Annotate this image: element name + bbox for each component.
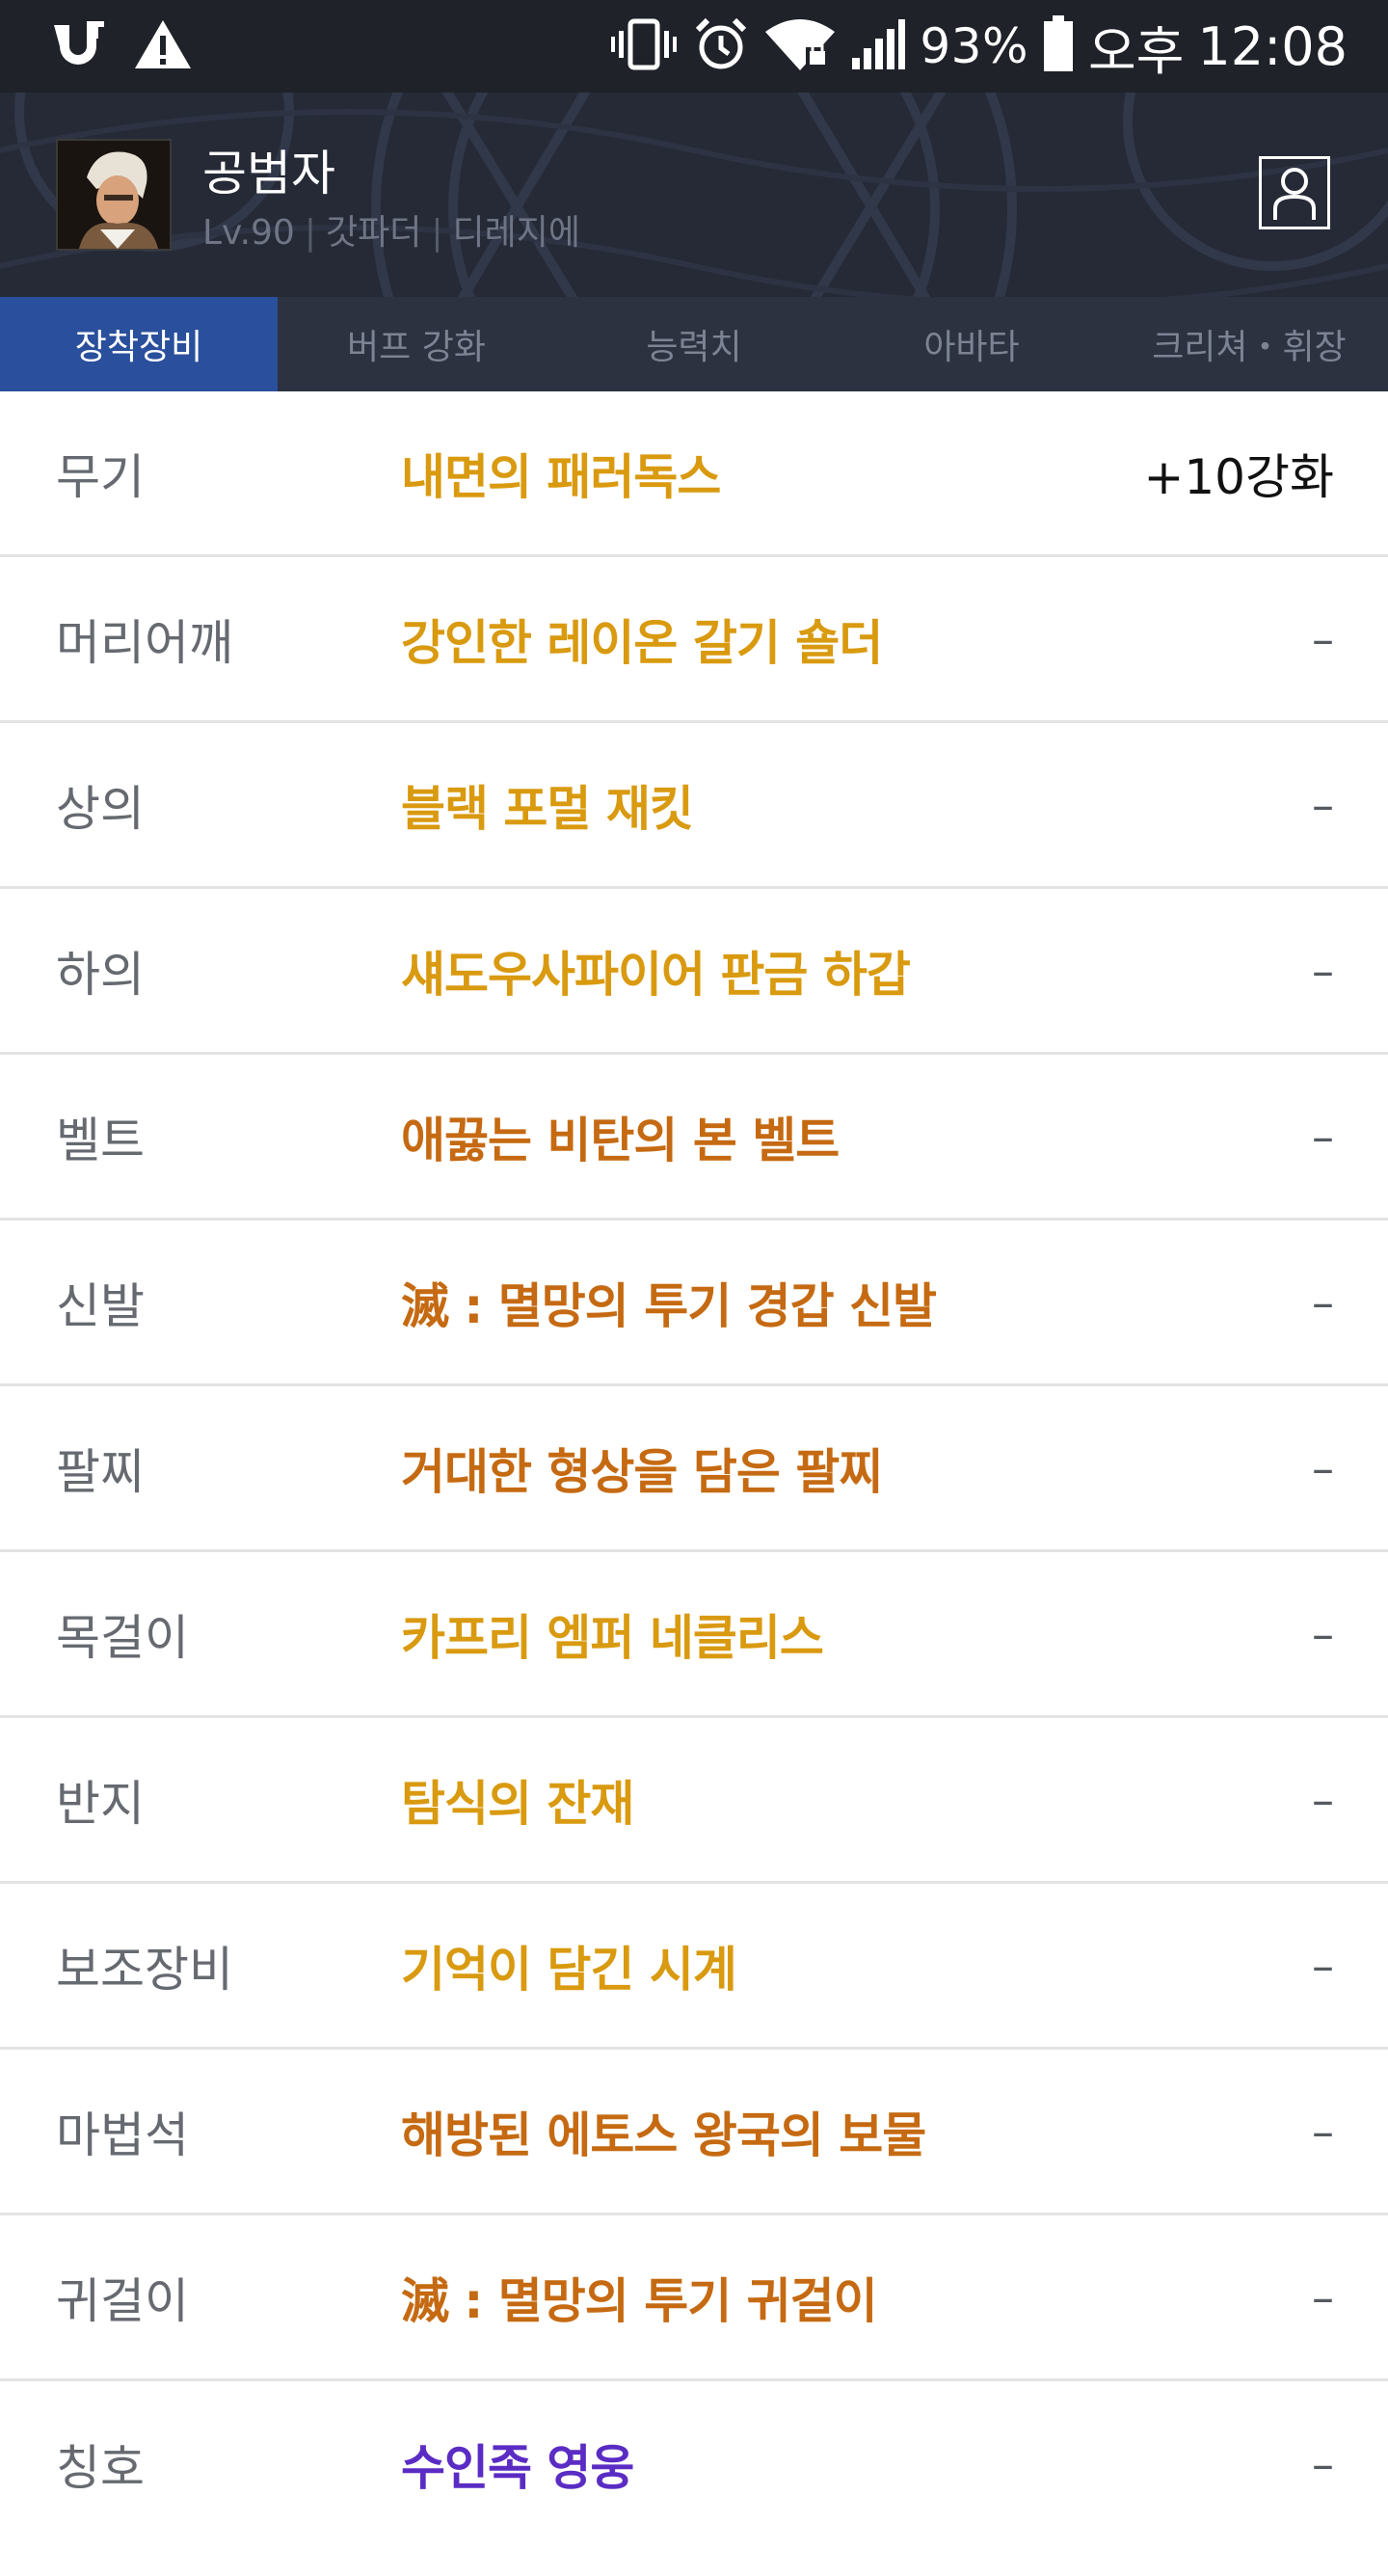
enhance-value: – (1312, 1773, 1334, 1826)
warning-icon (133, 18, 193, 74)
tab-bar: 장착장비 버프 강화 능력치 아바타 크리쳐・휘장 (0, 297, 1388, 391)
vibrate-icon (609, 17, 679, 75)
item-name: 탐식의 잔재 (401, 1775, 634, 1832)
equipment-row-bottom[interactable]: 하의 섀도우사파이어 판금 하갑 – (0, 889, 1388, 1055)
equipment-row-title[interactable]: 칭호 수인족 영웅 – (0, 2381, 1388, 2547)
status-bar: 93% 오후 12:08 (0, 0, 1388, 93)
profile-button[interactable] (1259, 156, 1330, 229)
equipment-row-necklace[interactable]: 목걸이 카프리 엠퍼 네클리스 – (0, 1552, 1388, 1718)
enhance-value: – (1312, 2270, 1334, 2323)
tab-equipment[interactable]: 장착장비 (0, 297, 278, 391)
slot-label: 벨트 (56, 1112, 145, 1168)
item-name: 수인족 영웅 (401, 2440, 634, 2496)
item-name: 거대한 형상을 담은 팔찌 (401, 1443, 883, 1500)
equipment-row-magic-stone[interactable]: 마법석 해방된 에토스 왕국의 보물 – (0, 2050, 1388, 2215)
enhance-value: – (1312, 1939, 1334, 1992)
enhance-value: – (1312, 1441, 1334, 1494)
equipment-row-head-shoulder[interactable]: 머리어깨 강인한 레이온 갈기 숄더 – (0, 557, 1388, 723)
slot-label: 하의 (56, 946, 145, 1003)
item-name: 애끓는 비탄의 본 벨트 (401, 1112, 840, 1168)
equipment-row-earring[interactable]: 귀걸이 滅 : 멸망의 투기 귀걸이 – (0, 2215, 1388, 2381)
character-level: Lv.90 (202, 213, 295, 253)
equipment-row-belt[interactable]: 벨트 애끓는 비탄의 본 벨트 – (0, 1055, 1388, 1221)
character-server: 디레지에 (452, 213, 580, 253)
slot-label: 칭호 (56, 2440, 145, 2496)
meta-divider: | (304, 213, 316, 253)
item-name: 내면의 패러독스 (401, 448, 721, 505)
tab-creature-emblem[interactable]: 크리쳐・휘장 (1110, 297, 1388, 391)
slot-label: 마법석 (56, 2106, 189, 2163)
character-meta: Lv.90 | 갓파더 | 디레지에 (202, 204, 580, 255)
equipment-row-weapon[interactable]: 무기 내면의 패러독스 +10강화 (0, 391, 1388, 557)
tab-buff-enhance[interactable]: 버프 강화 (278, 297, 555, 391)
item-name: 滅 : 멸망의 투기 귀걸이 (401, 2272, 878, 2329)
character-header: 공범자 Lv.90 | 갓파더 | 디레지에 (0, 93, 1388, 297)
slot-label: 무기 (56, 448, 145, 505)
enhance-value: – (1312, 1110, 1334, 1163)
slot-label: 머리어깨 (56, 614, 233, 671)
equipment-row-shoes[interactable]: 신발 滅 : 멸망의 투기 경갑 신발 – (0, 1221, 1388, 1386)
slot-label: 귀걸이 (56, 2272, 189, 2329)
slot-label: 반지 (56, 1775, 145, 1832)
slot-label: 목걸이 (56, 1609, 189, 1666)
alarm-icon (692, 16, 750, 76)
equipment-row-bracelet[interactable]: 팔찌 거대한 형상을 담은 팔찌 – (0, 1386, 1388, 1552)
character-class: 갓파더 (325, 213, 422, 253)
item-name: 섀도우사파이어 판금 하갑 (401, 946, 911, 1003)
item-name: 카프리 엠퍼 네클리스 (401, 1609, 824, 1666)
enhance-value: – (1312, 1275, 1334, 1328)
enhance-value: – (1312, 778, 1334, 831)
battery-icon (1042, 15, 1075, 77)
enhance-value: – (1312, 944, 1334, 997)
equipment-row-ring[interactable]: 반지 탐식의 잔재 – (0, 1718, 1388, 1884)
item-name: 滅 : 멸망의 투기 경갑 신발 (401, 1277, 937, 1334)
character-avatar[interactable] (56, 139, 172, 251)
time-period: 오후 (1088, 20, 1185, 82)
equipment-row-support[interactable]: 보조장비 기억이 담긴 시계 – (0, 1884, 1388, 2050)
slot-label: 팔찌 (56, 1443, 145, 1500)
battery-percent: 93% (920, 18, 1028, 74)
meta-divider: | (431, 213, 443, 253)
enhance-value: – (1312, 1607, 1334, 1660)
character-name: 공범자 (202, 146, 335, 201)
signal-icon (850, 17, 906, 75)
slot-label: 보조장비 (56, 1941, 233, 1998)
enhance-value: – (1312, 2105, 1334, 2158)
person-icon (1273, 168, 1316, 220)
slot-label: 신발 (56, 1277, 145, 1334)
enhance-value: +10강화 (1143, 448, 1334, 505)
tab-stats[interactable]: 능력치 (555, 297, 833, 391)
equipment-row-top[interactable]: 상의 블랙 포멀 재킷 – (0, 723, 1388, 889)
item-name: 기억이 담긴 시계 (401, 1941, 737, 1998)
clock-time: 12:08 (1197, 15, 1348, 77)
item-name: 강인한 레이온 갈기 숄더 (401, 614, 883, 671)
enhance-value: – (1312, 612, 1334, 665)
carrier-u-plus-icon (48, 19, 108, 73)
item-name: 해방된 에토스 왕국의 보물 (401, 2106, 926, 2163)
enhance-value: – (1312, 2438, 1334, 2490)
tab-avatar[interactable]: 아바타 (833, 297, 1110, 391)
slot-label: 상의 (56, 780, 145, 837)
item-name: 블랙 포멀 재킷 (401, 780, 694, 837)
equipment-list: 무기 내면의 패러독스 +10강화 머리어깨 강인한 레이온 갈기 숄더 – 상… (0, 391, 1388, 2547)
wifi-icon (763, 16, 837, 76)
